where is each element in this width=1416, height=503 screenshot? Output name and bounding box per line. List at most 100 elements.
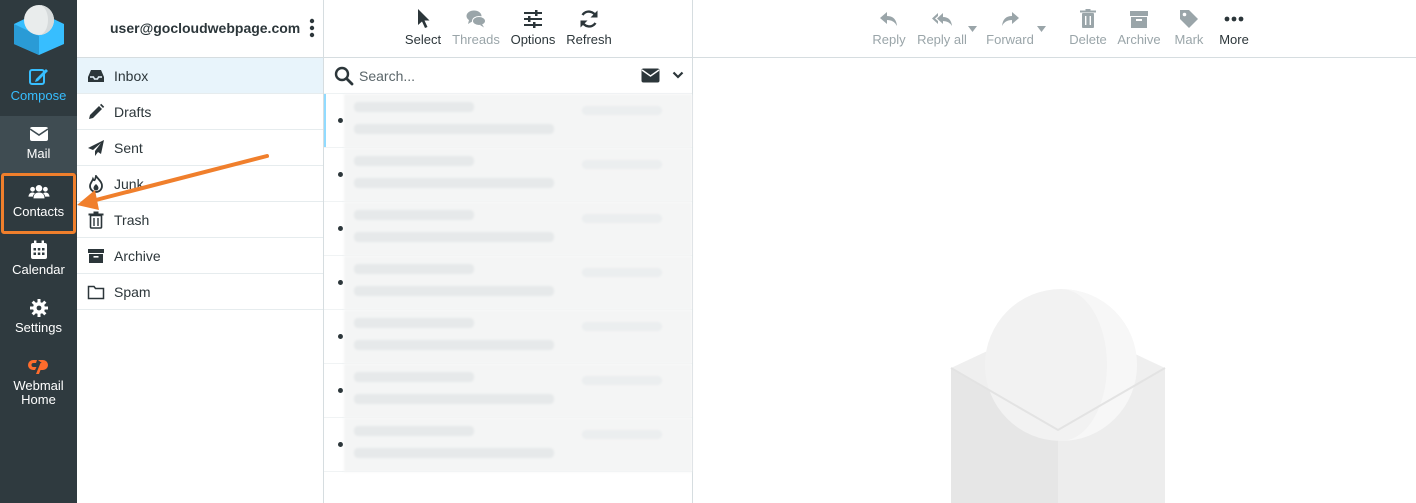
archive-label: Archive	[1117, 32, 1161, 47]
folder-label: Archive	[114, 248, 161, 264]
row-bullet	[338, 334, 343, 339]
search-input[interactable]	[359, 65, 629, 87]
row-bullet	[338, 172, 343, 177]
folder-label: Junk	[114, 176, 144, 192]
refresh-button[interactable]: Refresh	[565, 0, 613, 58]
settings-label: Settings	[15, 320, 62, 335]
delete-button[interactable]: Delete	[1066, 0, 1110, 58]
more-label: More	[1219, 32, 1249, 47]
threads-label: Threads	[452, 32, 500, 47]
folder-sent[interactable]: Sent	[77, 130, 323, 166]
fire-icon	[89, 175, 103, 193]
folder-label: Trash	[114, 212, 150, 228]
reply-all-icon	[932, 13, 952, 26]
row-bullet	[338, 442, 343, 447]
folder-trash[interactable]: Trash	[77, 202, 323, 238]
calendar-button[interactable]: Calendar	[0, 232, 77, 290]
inbox-icon	[88, 70, 104, 82]
roundcube-logo[interactable]	[0, 0, 77, 58]
threads-button[interactable]: Threads	[451, 0, 501, 58]
contacts-button[interactable]: Contacts	[0, 174, 77, 232]
archive-button[interactable]: Archive	[1116, 0, 1162, 58]
envelope-filter-icon[interactable]	[641, 68, 660, 83]
users-icon	[27, 185, 50, 199]
message-row[interactable]	[324, 418, 692, 472]
paper-plane-icon	[88, 140, 104, 156]
contacts-label: Contacts	[12, 204, 65, 219]
message-row[interactable]	[324, 202, 692, 256]
cursor-icon	[418, 9, 430, 28]
forward-icon	[1002, 12, 1019, 26]
webmail-app: Compose Mail Contacts Calendar Settings …	[0, 0, 1416, 503]
options-label: Options	[510, 32, 556, 47]
blurred-message-content	[344, 418, 692, 472]
blurred-message-content	[344, 310, 692, 364]
chevron-down-icon[interactable]	[672, 69, 684, 81]
folder-drafts[interactable]: Drafts	[77, 94, 323, 130]
select-button[interactable]: Select	[402, 0, 444, 58]
message-row[interactable]	[324, 94, 692, 148]
row-bullet	[338, 118, 343, 123]
blurred-message-content	[344, 94, 692, 148]
mark-button[interactable]: Mark	[1170, 0, 1208, 58]
message-row[interactable]	[324, 364, 692, 418]
message-row[interactable]	[324, 256, 692, 310]
reply-all-dropdown-icon[interactable]	[968, 26, 977, 32]
ellipsis-icon	[1224, 16, 1244, 22]
folder-spam[interactable]: Spam	[77, 274, 323, 310]
blurred-message-content	[344, 202, 692, 256]
folder-archive[interactable]: Archive	[77, 238, 323, 274]
folder-label: Spam	[114, 284, 151, 300]
search-icon	[334, 66, 354, 86]
message-row[interactable]	[324, 310, 692, 364]
blurred-message-content	[344, 256, 692, 310]
message-content-panel: Reply Reply all Forward Delete Archive M…	[693, 0, 1416, 503]
cpanel-icon	[27, 360, 48, 374]
trash-icon	[88, 211, 104, 229]
folder-icon	[87, 285, 105, 300]
folder-label: Inbox	[114, 68, 149, 84]
refresh-label: Refresh	[566, 32, 612, 47]
folder-inbox[interactable]: Inbox	[77, 58, 323, 94]
folder-label: Drafts	[114, 104, 152, 120]
archive-icon	[88, 249, 104, 263]
folder-panel: user@gocloudwebpage.com Inbox Drafts Sen…	[77, 0, 324, 503]
settings-button[interactable]: Settings	[0, 290, 77, 348]
main-navigation: Compose Mail Contacts Calendar Settings …	[0, 0, 77, 503]
blurred-message-content	[344, 364, 692, 418]
message-row[interactable]	[324, 148, 692, 202]
reply-all-label: Reply all	[917, 32, 967, 47]
reply-all-button[interactable]: Reply all	[914, 0, 970, 58]
folder-junk[interactable]: Junk	[77, 166, 323, 202]
webmail-home-button[interactable]: Webmail Home	[0, 348, 77, 412]
reply-icon	[880, 12, 897, 26]
list-toolbar: Select Threads Options Refresh	[324, 0, 692, 58]
sliders-icon	[524, 10, 542, 28]
folder-label: Sent	[114, 140, 143, 156]
mail-button[interactable]: Mail	[0, 116, 77, 174]
reply-button[interactable]: Reply	[869, 0, 909, 58]
account-header: user@gocloudwebpage.com	[77, 0, 323, 58]
delete-label: Delete	[1069, 32, 1107, 47]
refresh-icon	[580, 10, 598, 28]
account-email: user@gocloudwebpage.com	[110, 20, 301, 36]
forward-button[interactable]: Forward	[985, 0, 1035, 58]
more-button[interactable]: More	[1216, 0, 1252, 58]
gear-icon	[29, 299, 48, 317]
forward-dropdown-icon[interactable]	[1037, 26, 1046, 32]
compose-icon	[28, 69, 48, 85]
search-bar	[324, 58, 692, 94]
webmail-home-label-2: Home	[21, 392, 56, 407]
compose-label: Compose	[10, 88, 67, 103]
comments-icon	[466, 10, 486, 28]
row-bullet	[338, 280, 343, 285]
message-list-panel: Select Threads Options Refresh Search...	[324, 0, 693, 503]
pencil-icon	[89, 103, 105, 119]
webmail-home-label-1: Webmail	[13, 378, 64, 393]
compose-button[interactable]: Compose	[0, 58, 77, 116]
tag-icon	[1180, 10, 1198, 28]
mail-label: Mail	[26, 146, 51, 161]
forward-label: Forward	[986, 32, 1034, 47]
options-button[interactable]: Options	[508, 0, 558, 58]
kebab-menu-icon[interactable]	[309, 18, 315, 38]
